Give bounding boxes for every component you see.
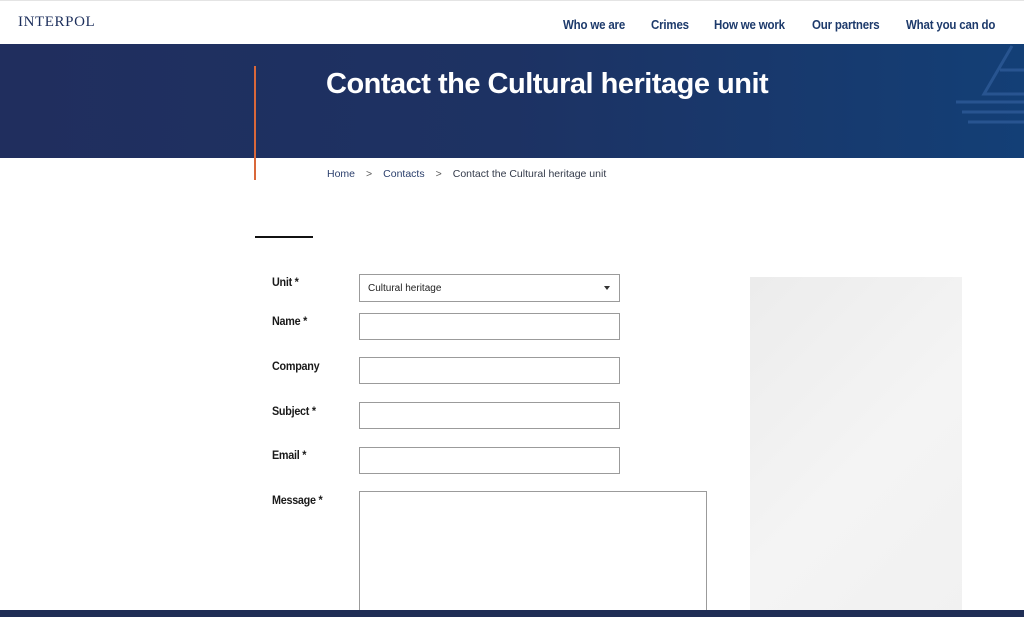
page-title: Contact the Cultural heritage unit [326, 68, 769, 100]
side-panel [750, 277, 962, 617]
site-header: INTERPOL Who we are Crimes How we work O… [0, 0, 1024, 44]
breadcrumb-current: Contact the Cultural heritage unit [452, 168, 607, 180]
message-textarea[interactable] [359, 491, 707, 617]
ship-outline-icon [956, 45, 1024, 124]
unit-select[interactable]: Cultural heritage [359, 274, 620, 302]
nav-item-how-we-work[interactable]: How we work [714, 18, 785, 32]
breadcrumb-contacts[interactable]: Contacts [383, 168, 424, 180]
message-label: Message * [272, 493, 323, 507]
name-label: Name * [272, 314, 308, 328]
main-nav: Who we are Crimes How we work Our partne… [563, 18, 1003, 32]
unit-selected-value: Cultural heritage [368, 282, 442, 294]
breadcrumb-separator: > [435, 168, 442, 180]
breadcrumb-home[interactable]: Home [327, 168, 355, 180]
unit-label: Unit * [272, 275, 299, 289]
section-divider [255, 236, 313, 238]
email-field[interactable] [359, 447, 620, 474]
subject-label: Subject * [272, 404, 316, 418]
nav-item-crimes[interactable]: Crimes [651, 18, 689, 32]
company-field[interactable] [359, 357, 620, 384]
subject-field[interactable] [359, 402, 620, 429]
nav-item-what-you-can-do[interactable]: What you can do [906, 18, 995, 32]
page: INTERPOL Who we are Crimes How we work O… [0, 0, 1024, 617]
nav-item-our-partners[interactable]: Our partners [812, 18, 880, 32]
hero-accent-line [254, 66, 256, 180]
name-field[interactable] [359, 313, 620, 340]
email-label: Email * [272, 448, 307, 462]
nav-item-who-we-are[interactable]: Who we are [563, 18, 625, 32]
breadcrumb-separator: > [366, 168, 373, 180]
breadcrumb: Home > Contacts > Contact the Cultural h… [327, 168, 606, 180]
footer-strip [0, 610, 1024, 617]
interpol-logo[interactable]: INTERPOL [18, 14, 95, 31]
company-label: Company [272, 359, 320, 373]
hero-banner: Contact the Cultural heritage unit [0, 44, 1024, 158]
chevron-down-icon [604, 286, 610, 290]
